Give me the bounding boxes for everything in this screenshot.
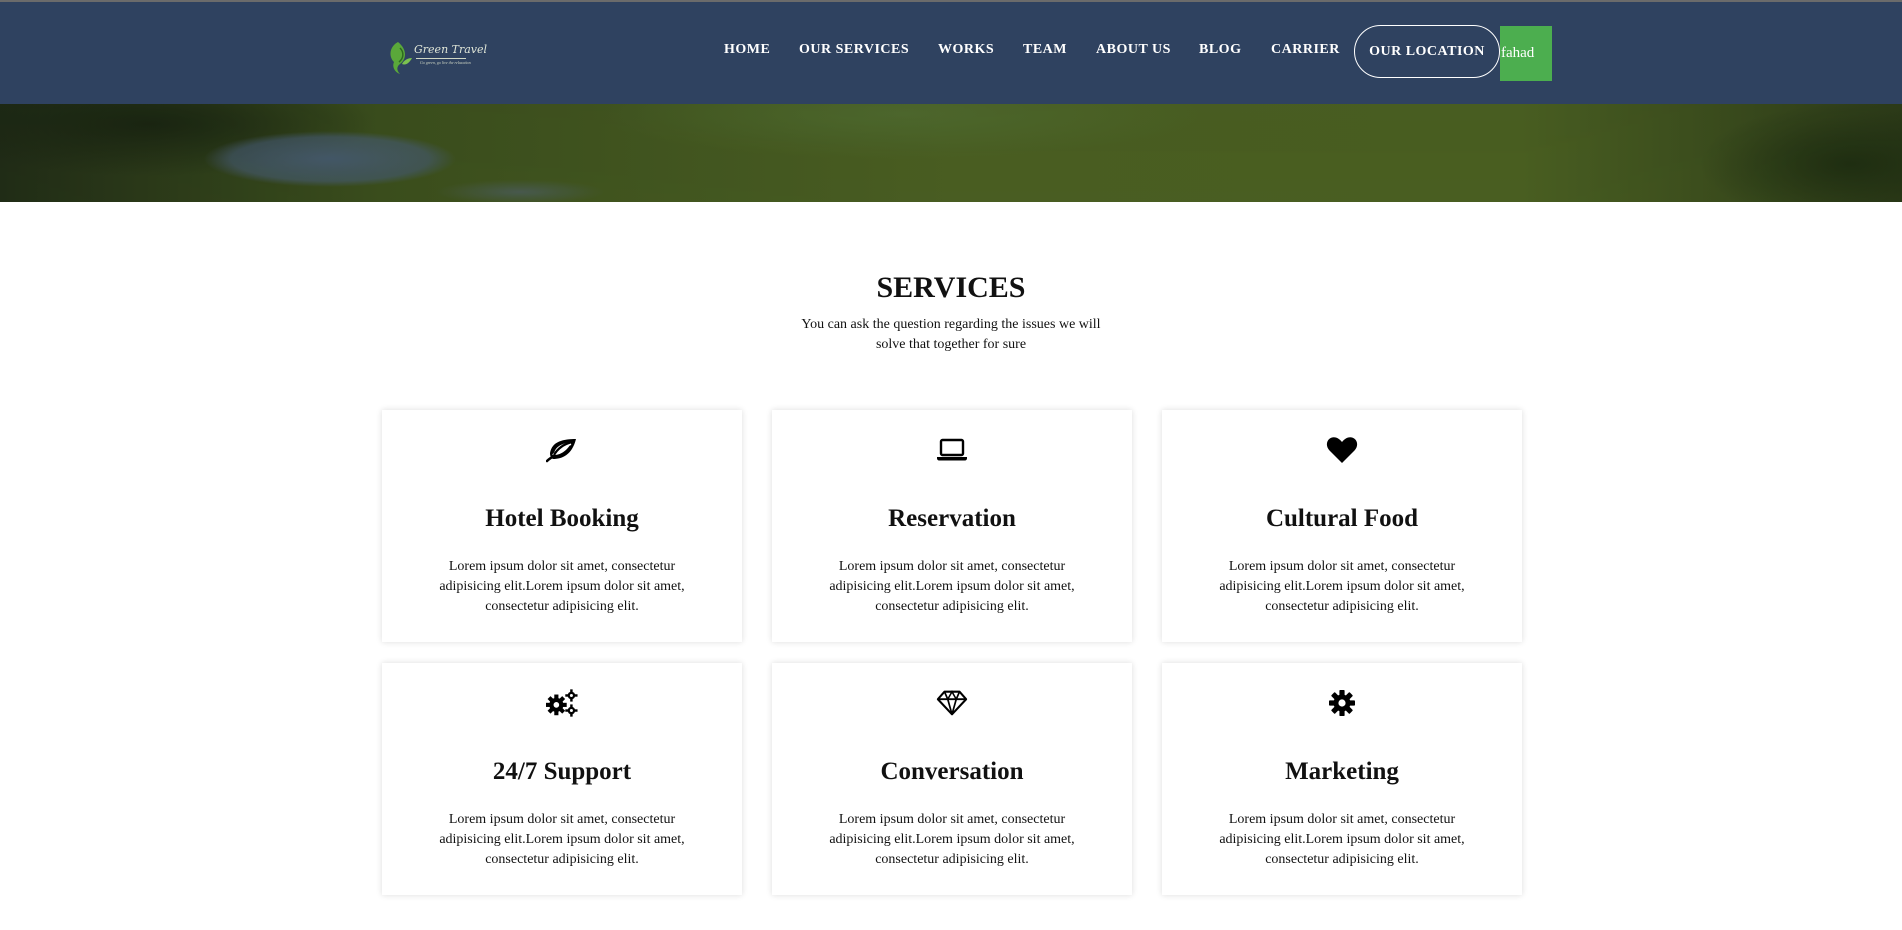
laptop-icon — [936, 434, 968, 466]
card-description: Lorem ipsum dolor sit amet, consectetur … — [439, 559, 685, 614]
gear-icon — [1326, 687, 1358, 719]
card-description: Lorem ipsum dolor sit amet, consectetur … — [1219, 559, 1465, 614]
service-card-hotel-booking[interactable]: Hotel Booking Lorem ipsum dolor sit amet… — [382, 410, 742, 642]
nav-works[interactable]: WORKS — [938, 42, 994, 58]
main-navigation: HOME OUR SERVICES WORKS TEAM ABOUT US BL… — [0, 0, 1902, 104]
service-card-conversation[interactable]: Conversation Lorem ipsum dolor sit amet,… — [772, 663, 1132, 895]
user-account-button[interactable]: fahad — [1500, 26, 1552, 81]
card-description: Lorem ipsum dolor sit amet, consectetur … — [829, 812, 1075, 867]
nav-home[interactable]: HOME — [724, 42, 770, 58]
leaf-icon — [546, 434, 578, 466]
nav-about-us[interactable]: ABOUT US — [1096, 42, 1171, 58]
services-subtitle: You can ask the question regarding the i… — [801, 317, 1101, 352]
card-description: Lorem ipsum dolor sit amet, consectetur … — [439, 812, 685, 867]
hero-landscape-image — [0, 104, 1902, 202]
diamond-icon — [936, 687, 968, 719]
cogs-icon — [546, 687, 578, 719]
card-title: Conversation — [880, 758, 1024, 785]
card-description: Lorem ipsum dolor sit amet, consectetur … — [829, 559, 1075, 614]
service-card-marketing[interactable]: Marketing Lorem ipsum dolor sit amet, co… — [1162, 663, 1522, 895]
our-location-button[interactable]: OUR LOCATION — [1354, 25, 1500, 78]
nav-carrier[interactable]: CARRIER — [1271, 42, 1340, 58]
nav-blog[interactable]: BLOG — [1199, 42, 1241, 58]
services-title: SERVICES — [876, 271, 1026, 304]
navbar: Green Travel Go green, go live the relax… — [0, 0, 1902, 104]
card-title: Hotel Booking — [485, 505, 639, 532]
heart-icon — [1326, 434, 1358, 466]
card-title: Reservation — [888, 505, 1016, 532]
card-title: Cultural Food — [1265, 505, 1419, 532]
card-title: Marketing — [1285, 758, 1399, 785]
card-description: Lorem ipsum dolor sit amet, consectetur … — [1219, 812, 1465, 867]
service-card-cultural-food[interactable]: Cultural Food Lorem ipsum dolor sit amet… — [1162, 410, 1522, 642]
nav-team[interactable]: TEAM — [1023, 42, 1067, 58]
nav-our-services[interactable]: OUR SERVICES — [799, 42, 909, 58]
service-card-support[interactable]: 24/7 Support Lorem ipsum dolor sit amet,… — [382, 663, 742, 895]
service-card-reservation[interactable]: Reservation Lorem ipsum dolor sit amet, … — [772, 410, 1132, 642]
card-title: 24/7 Support — [492, 758, 632, 785]
